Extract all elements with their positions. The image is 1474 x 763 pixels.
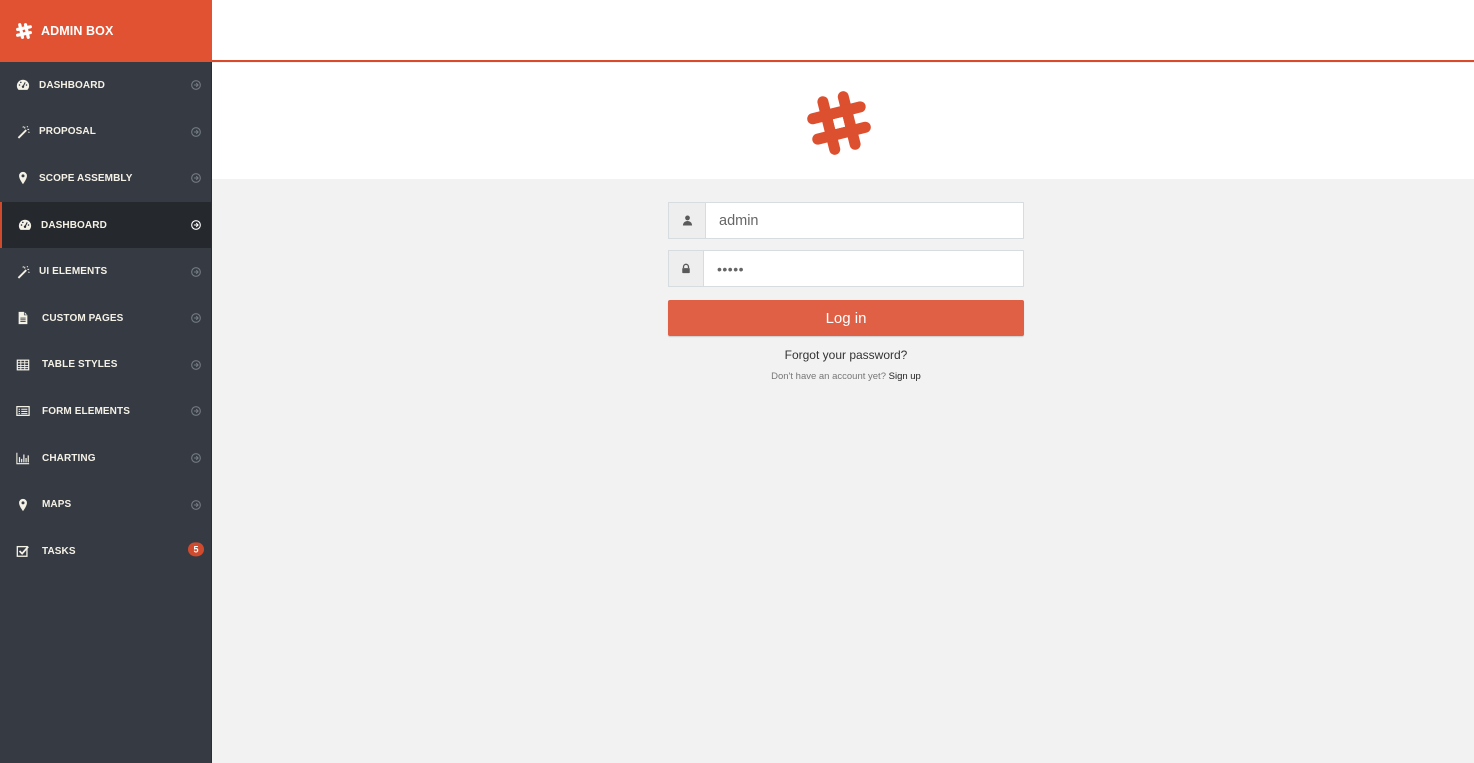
- signup-prompt: Don't have an account yet? Sign up: [668, 371, 1024, 382]
- password-field-group: [668, 250, 1024, 287]
- sidebar-item-label: TASKS: [42, 545, 76, 557]
- hashtag-icon: [15, 22, 33, 40]
- sidebar-item-label: DASHBOARD: [41, 219, 107, 231]
- sidebar-item-label: DASHBOARD: [39, 79, 105, 91]
- sidebar-item-table-styles[interactable]: TABLE STYLES: [0, 342, 212, 389]
- table-icon: [16, 358, 30, 372]
- arrow-circle-right-icon: [191, 453, 201, 463]
- user-icon: [669, 203, 706, 238]
- login-form: Log in Forgot your password? Don't have …: [668, 202, 1024, 382]
- username-input[interactable]: [706, 203, 1023, 238]
- file-icon: [16, 311, 30, 325]
- arrow-circle-right-icon: [191, 359, 201, 370]
- sidebar: ADMIN BOX DASHBOARD PROPOSAL SCOPE ASSEM…: [0, 0, 212, 763]
- forgot-password-link[interactable]: Forgot your password?: [668, 348, 1024, 362]
- magic-wand-icon: [16, 265, 30, 279]
- map-marker-icon: [16, 171, 30, 185]
- sidebar-item-label: CHARTING: [42, 452, 96, 464]
- sidebar-item-label: UI ELEMENTS: [39, 266, 108, 278]
- sidebar-item-maps[interactable]: MAPS: [0, 481, 212, 528]
- sidebar-item-dashboard-active[interactable]: DASHBOARD: [0, 201, 212, 249]
- check-square-icon: [16, 544, 30, 558]
- sidebar-item-charting[interactable]: CHARTING: [0, 435, 212, 482]
- map-marker-icon: [16, 498, 30, 512]
- hashtag-logo-icon: [804, 88, 874, 158]
- no-account-text: Don't have an account yet?: [771, 371, 886, 382]
- magic-wand-icon: [16, 125, 30, 139]
- lock-icon: [669, 251, 704, 286]
- arrow-circle-right-icon: [191, 127, 201, 137]
- sidebar-item-label: FORM ELEMENTS: [42, 405, 130, 417]
- sidebar-item-custom-pages[interactable]: CUSTOM PAGES: [0, 295, 212, 342]
- arrow-circle-right-icon: [191, 499, 201, 510]
- password-input[interactable]: [704, 251, 1023, 286]
- arrow-circle-right-icon: [191, 313, 201, 324]
- sidebar-item-label: TABLE STYLES: [42, 359, 118, 371]
- brand-title: ADMIN BOX: [41, 24, 114, 38]
- login-button[interactable]: Log in: [668, 300, 1024, 336]
- arrow-circle-right-icon: [191, 220, 201, 230]
- sidebar-item-form-elements[interactable]: FORM ELEMENTS: [0, 388, 212, 435]
- list-alt-icon: [16, 404, 30, 418]
- arrow-circle-right-icon: [191, 266, 201, 277]
- tasks-count-badge: 5: [188, 542, 204, 557]
- sidebar-item-ui-elements[interactable]: UI ELEMENTS: [0, 248, 212, 295]
- sidebar-item-scope-assembly[interactable]: SCOPE ASSEMBLY: [0, 155, 212, 202]
- sidebar-item-proposal[interactable]: PROPOSAL: [0, 109, 212, 156]
- sidebar-nav: DASHBOARD PROPOSAL SCOPE ASSEMBLY DASHBO…: [0, 62, 212, 575]
- sidebar-item-label: MAPS: [42, 499, 72, 511]
- username-field-group: [668, 202, 1024, 239]
- sidebar-item-label: PROPOSAL: [39, 126, 96, 138]
- arrow-circle-right-icon: [191, 173, 201, 184]
- dashboard-icon: [16, 78, 30, 92]
- signup-link[interactable]: Sign up: [889, 371, 921, 382]
- sidebar-item-dashboard[interactable]: DASHBOARD: [0, 62, 212, 109]
- arrow-circle-right-icon: [191, 80, 201, 91]
- sidebar-item-tasks[interactable]: TASKS 5: [0, 528, 212, 575]
- bar-chart-icon: [16, 451, 30, 465]
- brand-header[interactable]: ADMIN BOX: [0, 0, 212, 62]
- arrow-circle-right-icon: [191, 406, 201, 417]
- sidebar-item-label: SCOPE ASSEMBLY: [39, 172, 133, 184]
- logo-banner: [212, 63, 1474, 179]
- sidebar-item-label: CUSTOM PAGES: [42, 312, 124, 324]
- top-bar: [212, 0, 1474, 62]
- dashboard-icon: [18, 218, 32, 232]
